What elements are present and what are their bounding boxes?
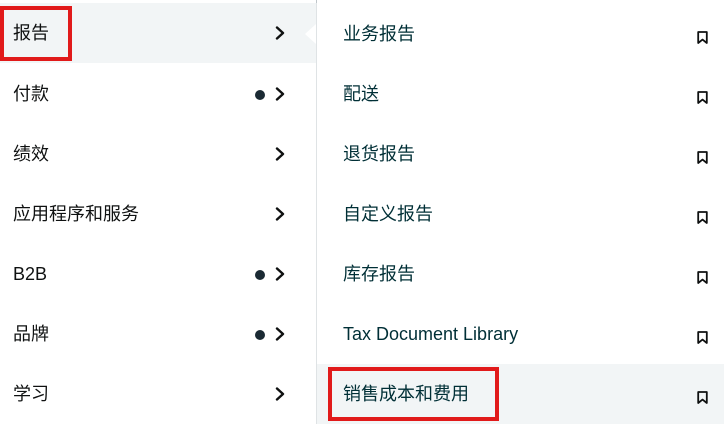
active-pointer (305, 24, 316, 44)
submenu-item-tax-document-library[interactable]: Tax Document Library (317, 304, 724, 364)
submenu-item-label: 自定义报告 (343, 204, 433, 224)
menu-item-label: 付款 (13, 84, 49, 104)
notification-dot-icon (255, 330, 265, 340)
menu-item-performance[interactable]: 绩效 (0, 124, 316, 184)
submenu-item-fulfillment[interactable]: 配送 (317, 64, 724, 124)
submenu-item-label: Tax Document Library (343, 324, 519, 344)
bookmark-icon[interactable] (697, 391, 708, 404)
bookmark-icon[interactable] (697, 331, 708, 344)
submenu-item-custom-reports[interactable]: 自定义报告 (317, 184, 724, 244)
reports-submenu: 业务报告 配送 退货报告 自定义报告 库存报告 Tax Document Lib… (317, 0, 724, 424)
submenu-item-label: 退货报告 (343, 144, 415, 164)
submenu-item-sales-costs-fees[interactable]: 销售成本和费用 (317, 364, 724, 424)
notification-dot-icon (255, 270, 265, 280)
menu-item-b2b[interactable]: B2B (0, 244, 316, 304)
menu-item-label: B2B (13, 264, 48, 284)
submenu-item-label: 业务报告 (343, 24, 415, 44)
submenu-item-label: 销售成本和费用 (343, 384, 469, 404)
menu-item-label: 报告 (13, 23, 49, 43)
chevron-right-icon (275, 327, 285, 341)
chevron-right-icon (275, 207, 285, 221)
navigation-flyout: 报告 付款 绩效 应用程序和服务 B2B 品牌 学习 业务报告 配送 退货报告 … (0, 0, 724, 424)
menu-item-apps-services[interactable]: 应用程序和服务 (0, 184, 316, 244)
chevron-right-icon (275, 387, 285, 401)
menu-item-learning[interactable]: 学习 (0, 364, 316, 424)
menu-item-label: 应用程序和服务 (13, 204, 139, 224)
menu-item-payments[interactable]: 付款 (0, 64, 316, 124)
menu-item-brand[interactable]: 品牌 (0, 304, 316, 364)
submenu-item-label: 配送 (343, 84, 379, 104)
primary-menu: 报告 付款 绩效 应用程序和服务 B2B 品牌 学习 (0, 0, 316, 424)
chevron-right-icon (275, 87, 285, 101)
menu-item-label: 品牌 (13, 324, 49, 344)
notification-dot-icon (255, 90, 265, 100)
submenu-item-inventory-reports[interactable]: 库存报告 (317, 244, 724, 304)
chevron-right-icon (275, 147, 285, 161)
bookmark-icon[interactable] (697, 211, 708, 224)
bookmark-icon[interactable] (697, 271, 708, 284)
bookmark-icon[interactable] (697, 31, 708, 44)
submenu-item-label: 库存报告 (343, 264, 415, 284)
menu-item-label: 学习 (13, 384, 49, 404)
menu-item-label: 绩效 (13, 144, 49, 164)
bookmark-icon[interactable] (697, 91, 708, 104)
chevron-right-icon (275, 26, 285, 40)
chevron-right-icon (275, 267, 285, 281)
submenu-item-business-reports[interactable]: 业务报告 (317, 4, 724, 64)
menu-item-reports[interactable]: 报告 (0, 3, 316, 63)
bookmark-icon[interactable] (697, 151, 708, 164)
submenu-item-return-reports[interactable]: 退货报告 (317, 124, 724, 184)
